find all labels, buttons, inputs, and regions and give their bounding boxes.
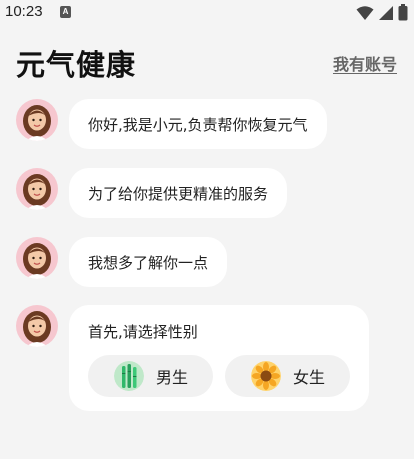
wifi-icon	[356, 5, 374, 20]
chat-message: 首先,请选择性别 男生 女生	[16, 305, 369, 411]
male-option-label: 男生	[156, 368, 189, 387]
message-bubble: 为了给你提供更精准的服务	[69, 168, 288, 218]
avatar	[16, 305, 58, 347]
female-option-button[interactable]: 女生	[225, 355, 350, 397]
header: 元气健康 我有账号	[0, 40, 414, 84]
bamboo-icon	[114, 361, 144, 391]
status-icons	[356, 4, 408, 21]
chat-message: 为了给你提供更精准的服务	[16, 168, 288, 218]
message-bubble: 你好,我是小元,负责帮你恢复元气	[69, 99, 327, 149]
message-bubble: 我想多了解你一点	[69, 237, 228, 287]
have-account-link[interactable]: 我有账号	[333, 51, 397, 75]
battery-icon	[398, 4, 408, 21]
status-bar: 10:23 A	[0, 0, 414, 24]
avatar	[16, 168, 58, 210]
page-title: 元气健康	[16, 48, 137, 82]
chat-message: 你好,我是小元,负责帮你恢复元气	[16, 99, 327, 149]
avatar	[16, 237, 58, 279]
gender-question: 首先,请选择性别	[88, 323, 198, 341]
male-option-button[interactable]: 男生	[88, 355, 213, 397]
status-time: 10:23	[5, 3, 43, 20]
notification-icon: A	[60, 6, 71, 18]
signal-icon	[379, 5, 393, 20]
avatar	[16, 99, 58, 141]
gender-question-card: 首先,请选择性别 男生 女生	[69, 305, 369, 411]
female-option-label: 女生	[293, 368, 326, 387]
chat-message: 我想多了解你一点	[16, 237, 228, 287]
sunflower-icon	[251, 361, 281, 391]
